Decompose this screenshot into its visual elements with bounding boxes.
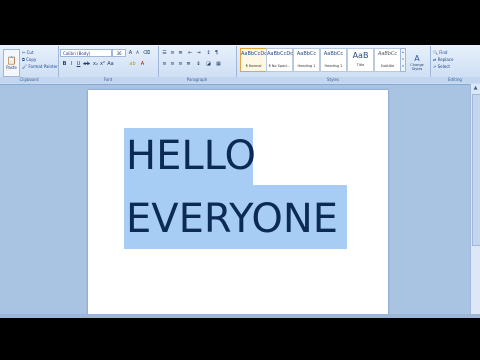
show-marks-icon[interactable]: ¶ — [214, 50, 219, 56]
find-label: Find — [439, 50, 448, 55]
change-styles-label: Change Styles — [410, 62, 424, 71]
style-normal[interactable]: AaBbCcDc ¶ Normal — [240, 48, 267, 72]
style-title[interactable]: AaB Title — [347, 48, 374, 72]
brush-icon: 🖌 — [22, 64, 28, 69]
status-bar — [0, 314, 480, 318]
align-right-icon[interactable]: ≡ — [178, 61, 183, 67]
document-line-1[interactable]: HELLO — [126, 133, 256, 179]
scroll-thumb[interactable] — [472, 94, 480, 246]
style-name: ¶ Normal — [245, 64, 262, 68]
style-sample: AaBbCc — [377, 51, 398, 57]
font-group-label: Font — [58, 77, 158, 83]
scissors-icon: ✂ — [22, 50, 26, 55]
style-subtitle[interactable]: AaBbCc Subtitle — [374, 48, 401, 72]
change-styles-icon: A — [414, 53, 420, 63]
replace-button[interactable]: ⇄ Replace — [433, 57, 453, 62]
bold-icon[interactable]: B — [62, 61, 67, 67]
style-name: Title — [356, 63, 365, 67]
style-name: Heading 2 — [324, 64, 343, 68]
line-spacing-icon[interactable]: ↨ — [196, 61, 201, 67]
vertical-scrollbar[interactable]: ▲ — [470, 84, 480, 314]
align-center-icon[interactable]: ≡ — [170, 61, 175, 67]
document-line-2[interactable]: EVERYONE — [126, 196, 338, 242]
editing-group-label: Editing — [430, 77, 480, 83]
strikethrough-icon[interactable]: ab — [83, 61, 89, 67]
increase-indent-icon[interactable]: ⇥ — [196, 50, 201, 56]
change-case-icon[interactable]: Aa — [107, 61, 113, 67]
ribbon: 📋 Paste ✂ Cut ⧉ Copy 🖌 Format Painter Cl… — [0, 45, 480, 85]
replace-icon: ⇄ — [433, 57, 437, 62]
paragraph-group-label: Paragraph — [158, 77, 236, 83]
change-styles-button[interactable]: A Change Styles — [407, 49, 427, 75]
format-painter-button[interactable]: 🖌 Format Painter — [22, 64, 58, 69]
style-sample: AaBbCc — [323, 51, 344, 57]
style-name: Heading 1 — [297, 64, 316, 68]
paragraph-group: ☰ ≡ ≣ ⇤ ⇥ ↕ ¶ ≡ ≡ ≡ ≣ ↨ ◪ ▦ Paragraph — [158, 46, 237, 83]
styles-group: AaBbCcDc ¶ Normal AaBbCcDc ¶ No Spaci...… — [236, 46, 431, 83]
style-heading-2[interactable]: AaBbCc Heading 2 — [320, 48, 347, 72]
style-sample: AaBbCcDc — [267, 51, 293, 57]
video-frame: 📋 Paste ✂ Cut ⧉ Copy 🖌 Format Painter Cl… — [0, 0, 480, 360]
styles-more-icon[interactable]: ▴ ▾ ▾ — [400, 48, 406, 72]
style-heading-1[interactable]: AaBbCc Heading 1 — [293, 48, 320, 72]
select-icon: ➚ — [433, 64, 437, 69]
multilevel-list-icon[interactable]: ≣ — [178, 50, 183, 56]
paste-label: Paste — [6, 65, 17, 70]
paste-icon: 📋 — [6, 56, 17, 65]
cut-button[interactable]: ✂ Cut — [22, 50, 34, 55]
shading-icon[interactable]: ◪ — [206, 61, 211, 67]
numbering-icon[interactable]: ≡ — [170, 50, 175, 56]
copy-button[interactable]: ⧉ Copy — [22, 57, 36, 62]
bullets-icon[interactable]: ☰ — [162, 50, 167, 56]
font-name-dropdown[interactable]: Calibri (Body) — [60, 49, 112, 57]
select-button[interactable]: ➚ Select — [433, 64, 450, 69]
replace-label: Replace — [437, 57, 454, 62]
font-size-value: 36 — [116, 50, 122, 56]
document-page[interactable]: HELLO EVERYONE — [88, 90, 388, 315]
decrease-indent-icon[interactable]: ⇤ — [188, 50, 193, 56]
select-label: Select — [437, 64, 450, 69]
italic-icon[interactable]: I — [69, 61, 74, 67]
font-name-value: Calibri (Body) — [63, 50, 91, 56]
editing-group: 🔍 Find ⇄ Replace ➚ Select Editing — [430, 46, 480, 83]
justify-icon[interactable]: ≣ — [186, 61, 191, 67]
font-size-dropdown[interactable]: 36 — [112, 49, 126, 57]
style-sample: AaB — [352, 51, 369, 60]
format-painter-label: Format Painter — [28, 64, 58, 69]
subscript-icon[interactable]: x₂ — [93, 61, 98, 67]
style-no-spacing[interactable]: AaBbCcDc ¶ No Spaci... — [266, 48, 293, 72]
shrink-font-icon[interactable]: A — [135, 50, 140, 55]
underline-icon[interactable]: U — [76, 61, 81, 67]
borders-icon[interactable]: ▦ — [216, 61, 221, 67]
style-sample: AaBbCcDc — [241, 51, 267, 57]
superscript-icon[interactable]: x² — [100, 61, 105, 67]
copy-label: Copy — [26, 57, 37, 62]
style-name: Subtitle — [380, 64, 395, 68]
copy-icon: ⧉ — [22, 57, 25, 62]
word-window: 📋 Paste ✂ Cut ⧉ Copy 🖌 Format Painter Cl… — [0, 45, 480, 315]
scroll-up-icon[interactable]: ▲ — [472, 85, 479, 92]
clipboard-group-label: Clipboard — [0, 77, 58, 83]
grow-font-icon[interactable]: A — [128, 50, 133, 56]
clear-format-icon[interactable]: ⌫ — [143, 50, 150, 56]
find-button[interactable]: 🔍 Find — [433, 50, 447, 55]
font-group: Calibri (Body) 36 A A ⌫ B I U ab x₂ x² A… — [58, 46, 159, 83]
highlight-icon[interactable]: ab — [129, 61, 135, 67]
cut-label: Cut — [26, 50, 34, 55]
style-sample: AaBbCc — [296, 51, 317, 57]
binoculars-icon: 🔍 — [433, 50, 438, 55]
style-name: ¶ No Spaci... — [268, 64, 291, 68]
paste-button[interactable]: 📋 Paste — [3, 49, 20, 77]
sort-icon[interactable]: ↕ — [206, 50, 211, 56]
align-left-icon[interactable]: ≡ — [162, 61, 167, 67]
clipboard-group: 📋 Paste ✂ Cut ⧉ Copy 🖌 Format Painter Cl… — [0, 46, 59, 83]
font-color-icon[interactable]: A — [140, 61, 145, 67]
styles-group-label: Styles — [236, 77, 430, 83]
